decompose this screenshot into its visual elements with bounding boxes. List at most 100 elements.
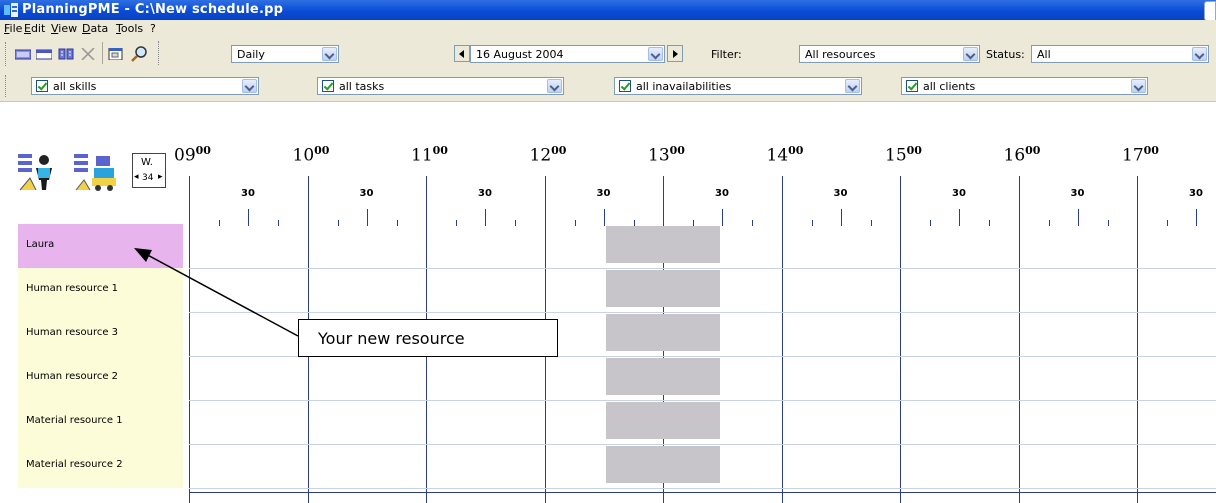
time-tick <box>722 209 723 226</box>
row-separator <box>189 312 1216 313</box>
time-tick <box>456 220 457 226</box>
time-tick <box>812 220 813 226</box>
time-tick <box>575 220 576 226</box>
check-icon[interactable] <box>906 80 918 92</box>
menu-view[interactable]: View <box>51 22 77 35</box>
skills-filter-select[interactable]: all skills <box>31 77 259 95</box>
time-tick <box>604 209 605 226</box>
week-next-icon[interactable]: ▸ <box>158 172 163 182</box>
time-tick <box>1108 220 1109 226</box>
time-tick <box>338 220 339 226</box>
callout-box: Your new resource <box>298 319 558 357</box>
window-button[interactable] <box>1204 1 1216 21</box>
hour-gridline <box>1137 176 1138 503</box>
chevron-down-icon[interactable] <box>845 79 860 93</box>
chevron-down-icon[interactable] <box>1192 47 1207 61</box>
status-value: All <box>1037 48 1051 61</box>
time-tick <box>367 209 368 226</box>
row-separator <box>189 268 1216 269</box>
unavailability-block[interactable] <box>606 270 720 307</box>
row-separator <box>189 400 1216 401</box>
unavailability-block[interactable] <box>606 358 720 395</box>
toolbar-separator <box>102 42 103 64</box>
half-hour-label: 30 <box>241 188 255 199</box>
clients-filter-value: all clients <box>923 80 976 93</box>
unavailability-block[interactable] <box>606 402 720 439</box>
half-hour-label: 30 <box>952 188 966 199</box>
calendar-month-icon[interactable] <box>15 48 31 60</box>
properties-icon[interactable] <box>108 48 124 60</box>
check-icon[interactable] <box>36 80 48 92</box>
unavailability-block[interactable] <box>606 226 720 263</box>
hour-gridline <box>782 176 783 503</box>
status-label: Status: <box>986 48 1025 61</box>
hour-label: 1500 <box>885 144 922 166</box>
time-tick <box>397 220 398 226</box>
resource-name: Material resource 2 <box>26 459 123 470</box>
row-separator <box>189 488 1216 489</box>
menu-file[interactable]: File <box>4 22 22 35</box>
skills-filter-value: all skills <box>53 80 97 93</box>
callout-text: Your new resource <box>318 329 465 348</box>
toolbar-grip[interactable] <box>5 75 9 97</box>
inavailabilities-filter-value: all inavailabilities <box>636 80 732 93</box>
toolbar-grip[interactable] <box>158 41 162 65</box>
date-picker[interactable]: 16 August 2004 <box>470 45 665 63</box>
delete-icon[interactable] <box>80 48 96 60</box>
hour-label: 1300 <box>648 144 685 166</box>
previous-date-button[interactable] <box>454 45 470 62</box>
status-select[interactable]: All <box>1031 45 1209 63</box>
week-selector[interactable]: W. ◂ 34 ▸ <box>132 153 166 188</box>
menu-help[interactable]: ? <box>150 22 156 35</box>
chevron-down-icon[interactable] <box>648 47 663 61</box>
resource-row-label[interactable]: Human resource 2 <box>18 356 183 400</box>
hour-label: 1600 <box>1003 144 1041 166</box>
time-tick <box>752 220 753 226</box>
toolbar-grip[interactable] <box>5 42 9 66</box>
hour-label: 1000 <box>292 144 330 166</box>
half-hour-label: 30 <box>833 188 848 199</box>
hour-label: 1700 <box>1122 144 1159 166</box>
calendar-icon[interactable] <box>36 48 52 60</box>
material-resources-icon[interactable] <box>74 152 120 192</box>
chevron-down-icon[interactable] <box>1131 79 1146 93</box>
half-hour-label: 30 <box>1070 188 1085 199</box>
menu-edit[interactable]: Edit <box>24 22 45 35</box>
human-resources-icon[interactable] <box>18 152 64 192</box>
view-mode-select[interactable]: Daily <box>231 45 339 63</box>
check-icon[interactable] <box>619 80 631 92</box>
unavailability-block[interactable] <box>606 314 720 351</box>
filter-value: All resources <box>805 48 876 61</box>
hour-gridline <box>900 176 901 503</box>
time-tick <box>1078 209 1079 226</box>
week-prev-icon[interactable]: ◂ <box>134 172 139 182</box>
menu-data[interactable]: Data <box>82 22 108 35</box>
check-icon[interactable] <box>322 80 334 92</box>
menu-bar: File Edit View Data Tools ? <box>0 20 1216 37</box>
chevron-down-icon[interactable] <box>547 79 562 93</box>
time-tick <box>219 220 220 226</box>
filter-select[interactable]: All resources <box>799 45 980 63</box>
find-icon[interactable] <box>130 45 148 63</box>
inavailabilities-filter-select[interactable]: all inavailabilities <box>614 77 862 95</box>
resource-name: Laura <box>26 239 55 250</box>
resource-row-label[interactable]: Material resource 2 <box>18 444 183 488</box>
resource-row-label[interactable]: Material resource 1 <box>18 400 183 444</box>
chevron-down-icon[interactable] <box>242 79 257 93</box>
chevron-down-icon[interactable] <box>322 47 337 61</box>
chevron-down-icon[interactable] <box>963 47 978 61</box>
unavailability-block[interactable] <box>606 446 720 483</box>
time-tick <box>959 209 960 226</box>
view-mode-value: Daily <box>237 48 265 61</box>
title-bar: PlanningPME - C:\New schedule.pp <box>0 0 1216 21</box>
clients-filter-select[interactable]: all clients <box>901 77 1148 95</box>
menu-tools[interactable]: Tools <box>116 22 143 35</box>
time-tick <box>1196 209 1197 226</box>
time-tick <box>989 220 990 226</box>
tasks-filter-select[interactable]: all tasks <box>317 77 564 95</box>
hour-label: 1400 <box>766 144 804 166</box>
next-date-button[interactable] <box>667 45 683 62</box>
callout-arrow <box>134 248 299 337</box>
add-task-icon[interactable] <box>58 48 74 60</box>
row-separator <box>189 444 1216 445</box>
